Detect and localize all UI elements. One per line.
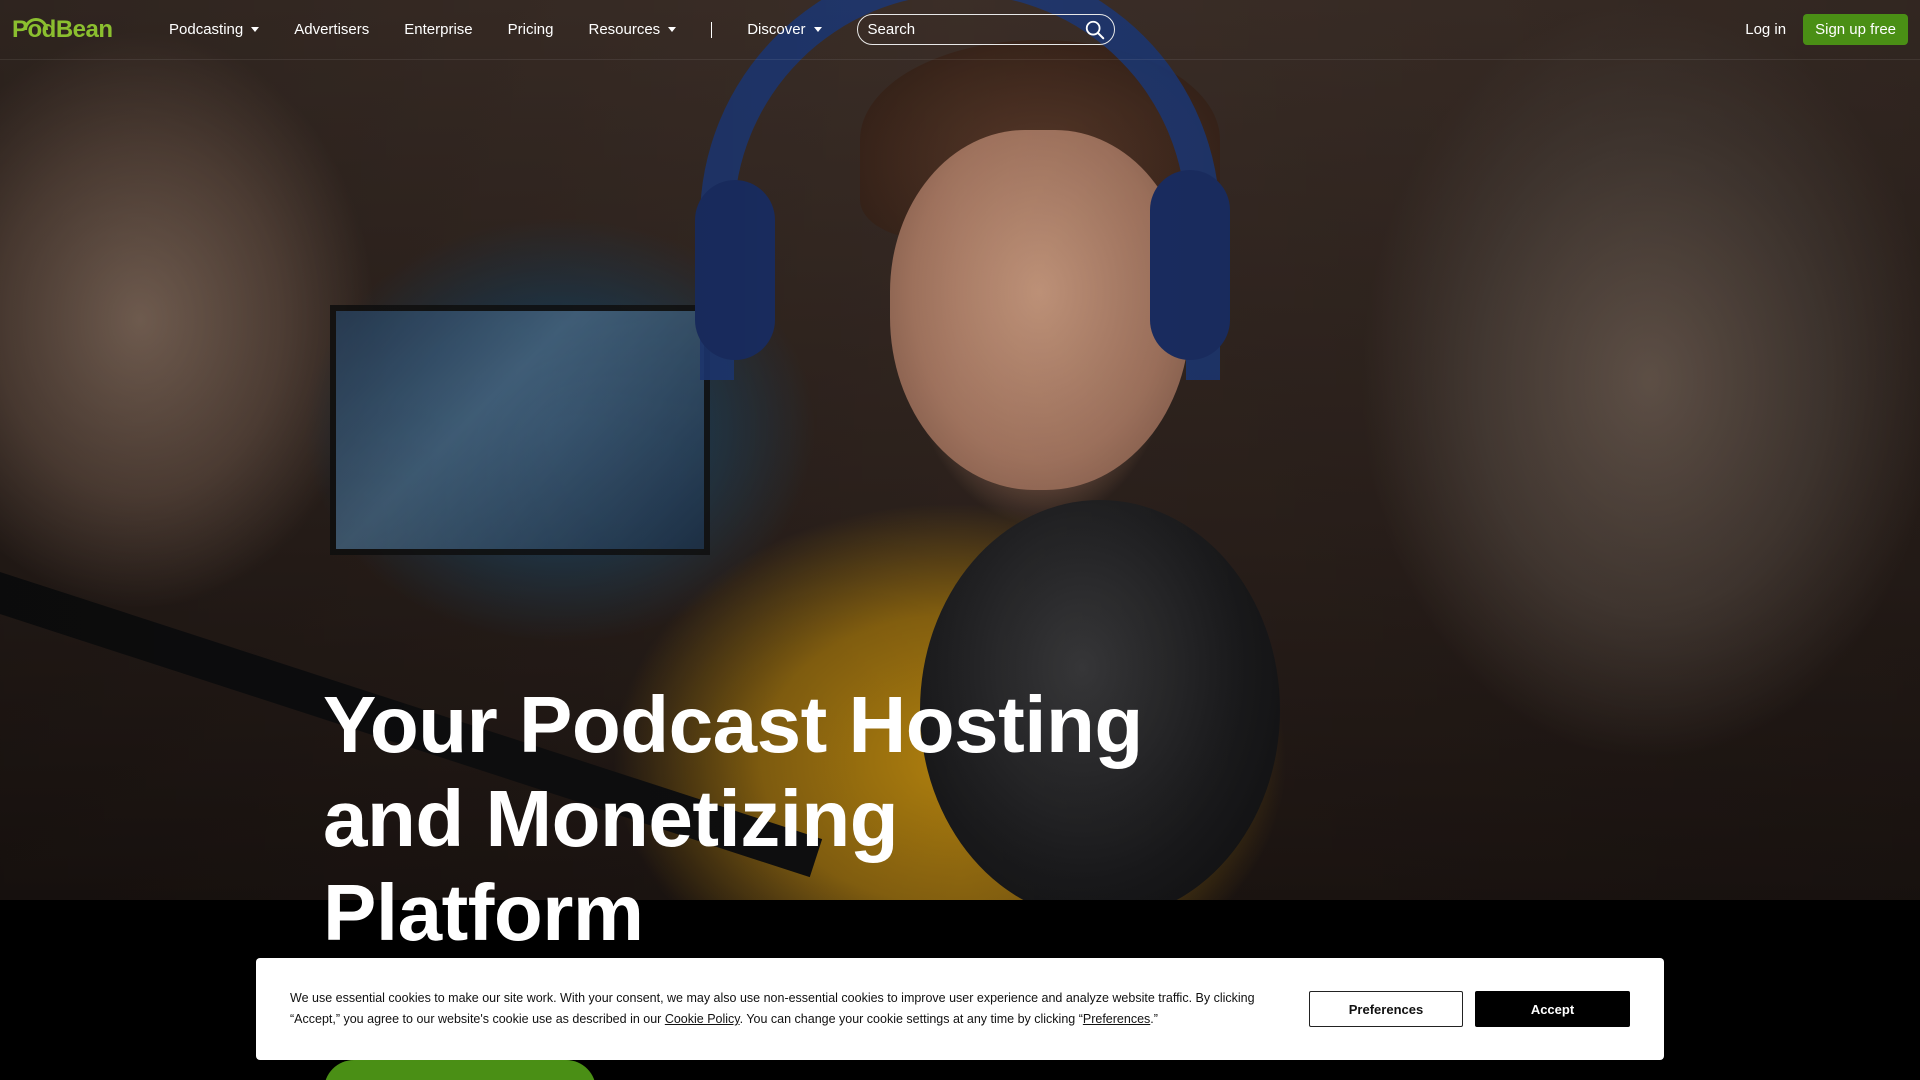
nav-pricing-label: Pricing bbox=[507, 21, 554, 38]
cookie-text-part: . You can change your cookie settings at… bbox=[739, 1012, 1083, 1026]
podbean-logo[interactable]: PodBean bbox=[12, 10, 132, 50]
hero-title-line: Your Podcast Hosting bbox=[323, 680, 1143, 769]
login-link[interactable]: Log in bbox=[1745, 21, 1786, 38]
nav-enterprise-label: Enterprise bbox=[404, 21, 473, 38]
top-navigation: PodBean Podcasting Advertisers Enterpris… bbox=[0, 0, 1920, 60]
signup-button[interactable]: Sign up free bbox=[1803, 14, 1908, 45]
accept-button[interactable]: Accept bbox=[1475, 991, 1630, 1027]
nav-resources[interactable]: Resources bbox=[588, 21, 677, 38]
preferences-link[interactable]: Preferences bbox=[1083, 1012, 1150, 1026]
caret-down-icon bbox=[251, 27, 260, 32]
hero-title-line: and Monetizing bbox=[323, 774, 899, 863]
hero-title-line: Platform bbox=[323, 868, 644, 957]
caret-down-icon bbox=[668, 27, 677, 32]
nav-enterprise[interactable]: Enterprise bbox=[404, 21, 472, 38]
main-nav: Podcasting Advertisers Enterprise Pricin… bbox=[169, 21, 857, 38]
cookie-message: We use essential cookies to make our sit… bbox=[290, 988, 1309, 1030]
nav-discover[interactable]: Discover bbox=[747, 21, 822, 38]
caret-down-icon bbox=[813, 27, 822, 32]
search-input[interactable] bbox=[867, 21, 1084, 38]
nav-podcasting[interactable]: Podcasting bbox=[169, 21, 260, 38]
nav-resources-label: Resources bbox=[588, 21, 661, 38]
search-box bbox=[856, 14, 1115, 45]
hero-title: Your Podcast Hosting and Monetizing Plat… bbox=[323, 678, 1223, 960]
preferences-button[interactable]: Preferences bbox=[1309, 991, 1463, 1027]
cookie-banner: We use essential cookies to make our sit… bbox=[256, 958, 1664, 1060]
cookie-text-part: .” bbox=[1150, 1012, 1158, 1026]
nav-advertisers-label: Advertisers bbox=[294, 21, 370, 38]
header-actions: Log in Sign up free bbox=[1745, 14, 1908, 45]
nav-advertisers[interactable]: Advertisers bbox=[294, 21, 369, 38]
hero-cta-button[interactable] bbox=[324, 1060, 596, 1080]
nav-separator bbox=[711, 21, 713, 38]
nav-pricing[interactable]: Pricing bbox=[508, 21, 554, 38]
nav-podcasting-label: Podcasting bbox=[169, 21, 244, 38]
logo-text: PodBean bbox=[12, 15, 113, 43]
search-icon[interactable] bbox=[1084, 19, 1106, 41]
cookie-policy-link[interactable]: Cookie Policy bbox=[665, 1012, 740, 1026]
nav-discover-label: Discover bbox=[747, 21, 806, 38]
